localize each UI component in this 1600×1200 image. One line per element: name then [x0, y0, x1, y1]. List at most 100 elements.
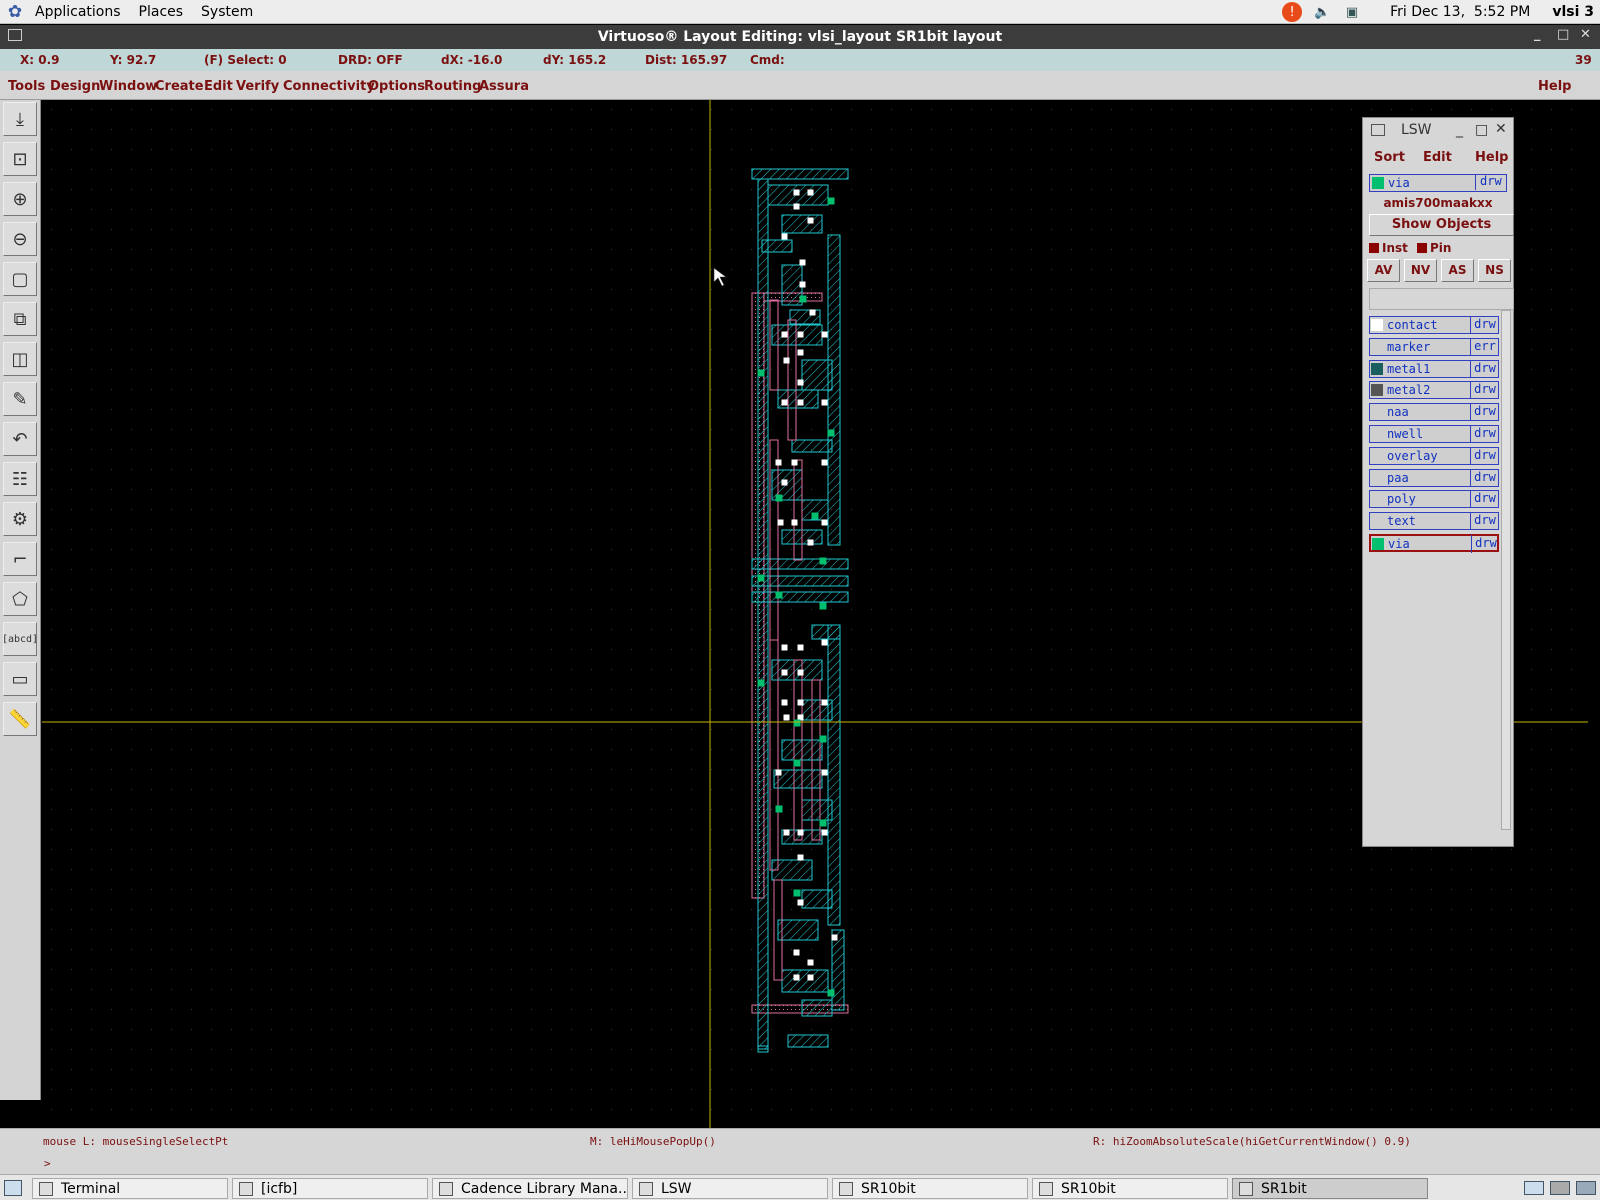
layer-name: nwell	[1387, 427, 1424, 441]
menu-options[interactable]: Options	[368, 79, 425, 94]
workspace-2-icon[interactable]	[1550, 1181, 1570, 1195]
user-name[interactable]: vlsi 3	[1552, 4, 1594, 20]
menu-edit[interactable]: Edit	[204, 79, 233, 94]
clock[interactable]: Fri Dec 13, 5:52 PM	[1390, 4, 1530, 20]
maximize-icon[interactable]: □	[1557, 27, 1569, 42]
layout-canvas[interactable]	[42, 100, 1588, 1128]
volume-icon[interactable]: 🔈	[1312, 2, 1332, 22]
lsw-maximize-icon[interactable]: □	[1475, 122, 1488, 138]
property-icon[interactable]: ☷	[3, 462, 37, 496]
menu-design[interactable]: Design	[50, 79, 100, 94]
show-objects-button[interactable]: Show Objects	[1369, 214, 1514, 236]
layer-name: metal2	[1387, 383, 1431, 398]
layer-purpose: err	[1470, 337, 1499, 356]
applications-menu[interactable]: Applications	[26, 0, 130, 24]
menu-assura[interactable]: Assura	[479, 79, 529, 94]
x-coordinate: X: 0.9	[20, 53, 60, 67]
instance-icon[interactable]: ⚙	[3, 502, 37, 536]
lsw-menu-help[interactable]: Help	[1475, 150, 1508, 165]
layout-drawing[interactable]	[42, 100, 1588, 1128]
layer-filter-field[interactable]	[1369, 288, 1514, 310]
task-library-manager[interactable]: Cadence Library Mana...	[432, 1178, 628, 1199]
layer-name: poly	[1387, 492, 1416, 507]
lsw-menu-edit[interactable]: Edit	[1423, 150, 1452, 165]
layer-row-overlay[interactable]: overlay drw	[1369, 446, 1499, 465]
stretch-icon[interactable]: ▢	[3, 262, 37, 296]
move-icon[interactable]: ◫	[3, 342, 37, 376]
gnome-foot-icon[interactable]: ✿	[4, 1, 26, 23]
paa-swatch-icon	[1371, 472, 1383, 484]
save-icon[interactable]: ⤓	[3, 102, 37, 136]
menu-routing[interactable]: Routing	[424, 79, 481, 94]
fit-view-icon[interactable]: ⊡	[3, 142, 37, 176]
technology-library: amis700maakxx	[1383, 196, 1493, 210]
contact-square	[797, 829, 804, 836]
polygon-icon[interactable]: ⬠	[3, 582, 37, 616]
contact-square	[781, 331, 788, 338]
command-prompt[interactable]: >	[0, 1152, 1600, 1174]
av-button[interactable]: AV	[1367, 259, 1400, 282]
task-lsw[interactable]: LSW	[632, 1178, 828, 1199]
undo-icon[interactable]: ↶	[3, 422, 37, 456]
pin-checkbox[interactable]: Pin	[1417, 241, 1451, 255]
network-icon[interactable]: ▣	[1342, 2, 1362, 22]
lsw-scrollbar[interactable]	[1501, 310, 1511, 830]
zoom-in-icon[interactable]: ⊕	[3, 182, 37, 216]
task-sr1bit[interactable]: SR1bit	[1232, 1178, 1428, 1199]
places-menu[interactable]: Places	[130, 0, 193, 24]
ns-button[interactable]: NS	[1478, 259, 1511, 282]
menu-window[interactable]: Window	[99, 79, 157, 94]
task-terminal[interactable]: Terminal	[32, 1178, 228, 1199]
contact-square	[821, 519, 828, 526]
metal1-shape	[801, 889, 833, 909]
layer-row-marker[interactable]: marker err	[1369, 337, 1499, 356]
menu-tools[interactable]: Tools	[8, 79, 45, 94]
close-icon[interactable]: ✕	[1580, 27, 1591, 42]
layer-row-paa[interactable]: paa drw	[1369, 468, 1499, 487]
rectangle-icon[interactable]: ▭	[3, 662, 37, 696]
menu-connectivity[interactable]: Connectivity	[283, 79, 375, 94]
show-desktop-icon[interactable]	[4, 1180, 22, 1196]
workspace-1-icon[interactable]	[1524, 1181, 1544, 1195]
layer-row-poly[interactable]: poly drw	[1369, 490, 1499, 509]
layer-row-via[interactable]: via drw	[1369, 534, 1499, 553]
zoom-out-icon[interactable]: ⊖	[3, 222, 37, 256]
copy-icon[interactable]: ⧉	[3, 302, 37, 336]
lsw-menu-sort[interactable]: Sort	[1374, 150, 1405, 165]
system-menu[interactable]: System	[192, 0, 262, 24]
lsw-close-icon[interactable]: ✕	[1495, 121, 1507, 137]
menu-help[interactable]: Help	[1538, 79, 1571, 94]
label-icon[interactable]: [abcd]	[2, 622, 38, 656]
minimize-icon[interactable]: _	[1534, 27, 1541, 42]
menu-verify[interactable]: Verify	[236, 79, 279, 94]
update-alert-icon[interactable]: !	[1282, 2, 1303, 22]
layer-row-nwell[interactable]: nwell drw	[1369, 425, 1499, 443]
path-icon[interactable]: ⌐	[3, 542, 37, 576]
task-sr10bit-b[interactable]: SR10bit	[1032, 1178, 1228, 1199]
layer-name: paa	[1387, 470, 1409, 485]
inst-checkbox[interactable]: Inst	[1369, 241, 1408, 255]
layer-row-text[interactable]: text drw	[1369, 512, 1499, 531]
window-menu-icon[interactable]	[8, 29, 22, 41]
metal1-swatch-icon	[1371, 362, 1383, 375]
layer-row-naa[interactable]: naa drw	[1369, 403, 1499, 422]
via-swatch-icon	[1372, 177, 1384, 189]
nv-button[interactable]: NV	[1404, 259, 1437, 282]
delete-icon[interactable]: ✎	[3, 382, 37, 416]
current-layer-display[interactable]: via drw	[1369, 174, 1507, 192]
task-icfb[interactable]: [icfb]	[232, 1178, 428, 1199]
lsw-minimize-icon[interactable]: _	[1456, 122, 1463, 138]
task-sr10bit-a[interactable]: SR10bit	[832, 1178, 1028, 1199]
workspace-3-icon[interactable]	[1576, 1181, 1596, 1195]
menu-create[interactable]: Create	[155, 79, 204, 94]
metal1-shape	[781, 264, 803, 306]
lsw-window-menu-icon[interactable]	[1371, 124, 1385, 136]
ruler-icon[interactable]: 📏	[3, 702, 37, 736]
as-button[interactable]: AS	[1441, 259, 1474, 282]
layer-row-metal2[interactable]: metal2 drw	[1369, 381, 1499, 400]
contact-square	[797, 349, 804, 356]
contact-square	[775, 769, 782, 776]
layer-row-metal1[interactable]: metal1 drw	[1369, 359, 1499, 378]
metal1-shape	[801, 999, 833, 1017]
layer-row-contact[interactable]: contact drw	[1369, 316, 1499, 334]
